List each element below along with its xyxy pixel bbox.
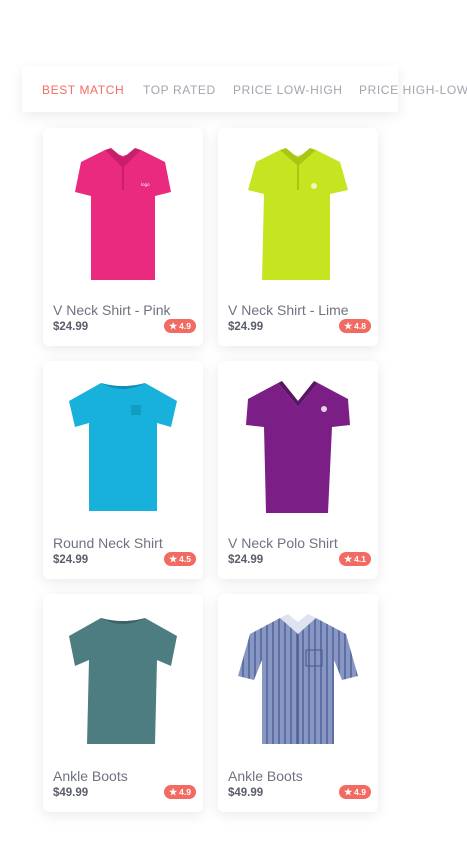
polo-shirt-icon: logo bbox=[75, 148, 171, 280]
product-price: $24.99 bbox=[228, 554, 264, 566]
product-name: Ankle Boots bbox=[228, 768, 303, 784]
star-icon: ★ bbox=[344, 787, 353, 797]
sort-tab-best-match[interactable]: BEST MATCH bbox=[42, 83, 124, 97]
product-card[interactable]: Ankle Boots $49.99 ★ 4.9 bbox=[218, 594, 378, 812]
rating-badge: ★ 4.9 bbox=[164, 319, 196, 333]
product-name: V Neck Shirt - Pink bbox=[53, 302, 171, 318]
rating-value: 4.8 bbox=[354, 321, 366, 331]
product-price: $24.99 bbox=[53, 321, 89, 333]
product-name: V Neck Polo Shirt bbox=[228, 535, 338, 551]
star-icon: ★ bbox=[344, 554, 353, 564]
rating-value: 4.9 bbox=[179, 321, 191, 331]
rating-badge: ★ 4.1 bbox=[339, 552, 371, 566]
product-card[interactable]: Ankle Boots $49.99 ★ 4.9 bbox=[43, 594, 203, 812]
product-name: Round Neck Shirt bbox=[53, 535, 163, 551]
vneck-shirt-icon bbox=[246, 381, 350, 513]
rating-value: 4.1 bbox=[354, 554, 366, 564]
star-icon: ★ bbox=[169, 321, 178, 331]
polo-shirt-icon bbox=[248, 148, 348, 280]
sort-tab-top-rated[interactable]: TOP RATED bbox=[143, 83, 216, 97]
product-card[interactable]: Round Neck Shirt $24.99 ★ 4.5 bbox=[43, 361, 203, 579]
product-name: Ankle Boots bbox=[53, 768, 128, 784]
star-icon: ★ bbox=[344, 321, 353, 331]
rating-value: 4.5 bbox=[179, 554, 191, 564]
product-price: $24.99 bbox=[228, 321, 264, 333]
rating-badge: ★ 4.9 bbox=[164, 785, 196, 799]
sort-tab-price-high-low[interactable]: PRICE HIGH-LOW bbox=[359, 83, 467, 97]
product-price: $49.99 bbox=[228, 787, 264, 799]
product-card[interactable]: V Neck Polo Shirt $24.99 ★ 4.1 bbox=[218, 361, 378, 579]
button-shirt-icon bbox=[238, 614, 358, 744]
rating-value: 4.9 bbox=[179, 787, 191, 797]
star-icon: ★ bbox=[169, 787, 178, 797]
rating-badge: ★ 4.9 bbox=[339, 785, 371, 799]
svg-text:logo: logo bbox=[141, 182, 150, 187]
product-price: $49.99 bbox=[53, 787, 89, 799]
star-icon: ★ bbox=[169, 554, 178, 564]
product-name: V Neck Shirt - Lime bbox=[228, 302, 349, 318]
rating-value: 4.9 bbox=[354, 787, 366, 797]
rating-badge: ★ 4.5 bbox=[164, 552, 196, 566]
tshirt-icon bbox=[69, 618, 177, 744]
sort-tab-price-low-high[interactable]: PRICE LOW-HIGH bbox=[233, 83, 343, 97]
sort-bar: BEST MATCH TOP RATED PRICE LOW-HIGH PRIC… bbox=[22, 66, 467, 112]
product-card[interactable]: logo V Neck Shirt - Pink $24.99 ★ 4.9 bbox=[43, 128, 203, 346]
rating-badge: ★ 4.8 bbox=[339, 319, 371, 333]
product-price: $24.99 bbox=[53, 554, 89, 566]
tshirt-icon bbox=[69, 383, 177, 511]
product-card[interactable]: V Neck Shirt - Lime $24.99 ★ 4.8 bbox=[218, 128, 378, 346]
